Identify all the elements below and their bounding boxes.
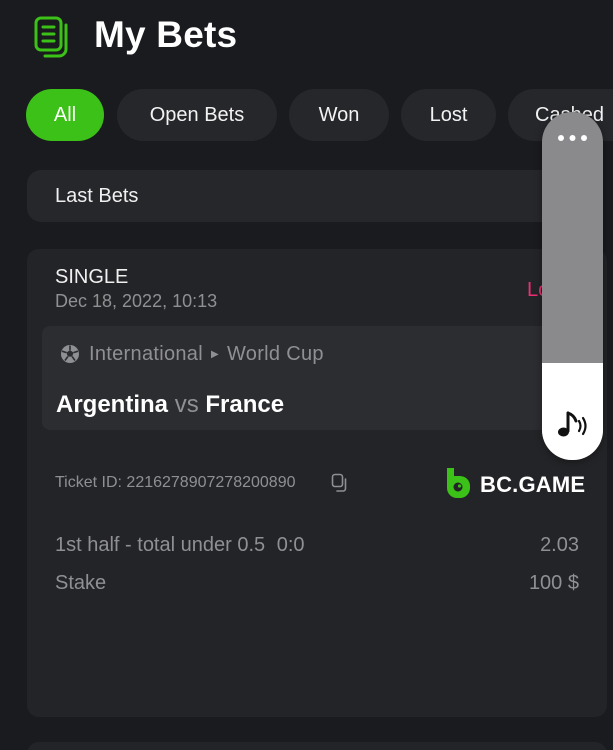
filter-all-button[interactable]: All: [26, 89, 104, 141]
breadcrumb-separator-icon: ▶: [210, 349, 219, 360]
ticket-id: Ticket ID: 2216278907278200890: [55, 474, 296, 491]
filter-won-button[interactable]: Won: [289, 89, 389, 141]
copy-icon[interactable]: [331, 473, 349, 493]
more-options-icon[interactable]: [556, 134, 589, 142]
league-breadcrumb: International ▶ World Cup: [89, 343, 324, 366]
league-competition: World Cup: [226, 343, 324, 365]
match-teams: Argentina vs France: [56, 391, 284, 419]
bet-filter-tabs: All Open Bets Won Lost Cashed: [26, 89, 613, 141]
selection-score: 0:0: [276, 534, 305, 556]
versus-label: vs: [174, 391, 199, 418]
bet-card[interactable]: SINGLE Dec 18, 2022, 10:13 Lost Internat…: [27, 249, 607, 717]
selection-row: 1st half - total under 0.5 0:0: [55, 534, 305, 557]
bets-list-icon: [34, 16, 68, 58]
selection-label: 1st half - total under 0.5: [55, 534, 266, 556]
volume-slider[interactable]: [542, 112, 603, 460]
page-header: My Bets: [0, 0, 613, 75]
filter-open-bets-button[interactable]: Open Bets: [117, 89, 277, 141]
page-title: My Bets: [94, 14, 238, 55]
league-category: International: [89, 343, 203, 365]
away-team: France: [205, 391, 285, 418]
last-bets-selector[interactable]: Last Bets: [27, 170, 587, 222]
selection-odds: 2.03: [540, 534, 579, 556]
stake-value: 100 $: [528, 572, 579, 594]
last-bets-label: Last Bets: [55, 185, 139, 207]
match-info[interactable]: International ▶ World Cup Argentina vs Fra…: [42, 326, 597, 430]
home-team: Argentina: [56, 391, 169, 418]
brand-name: BC.GAME: [480, 472, 586, 497]
next-bet-card[interactable]: [27, 742, 607, 750]
bc-game-logo-icon: [447, 468, 470, 498]
soccer-ball-icon: [61, 345, 79, 363]
stake-label: Stake: [55, 572, 107, 594]
filter-lost-button[interactable]: Lost: [401, 89, 496, 141]
sound-icon[interactable]: [554, 410, 590, 442]
bet-type: SINGLE: [55, 266, 129, 288]
bet-date: Dec 18, 2022, 10:13: [55, 291, 218, 311]
